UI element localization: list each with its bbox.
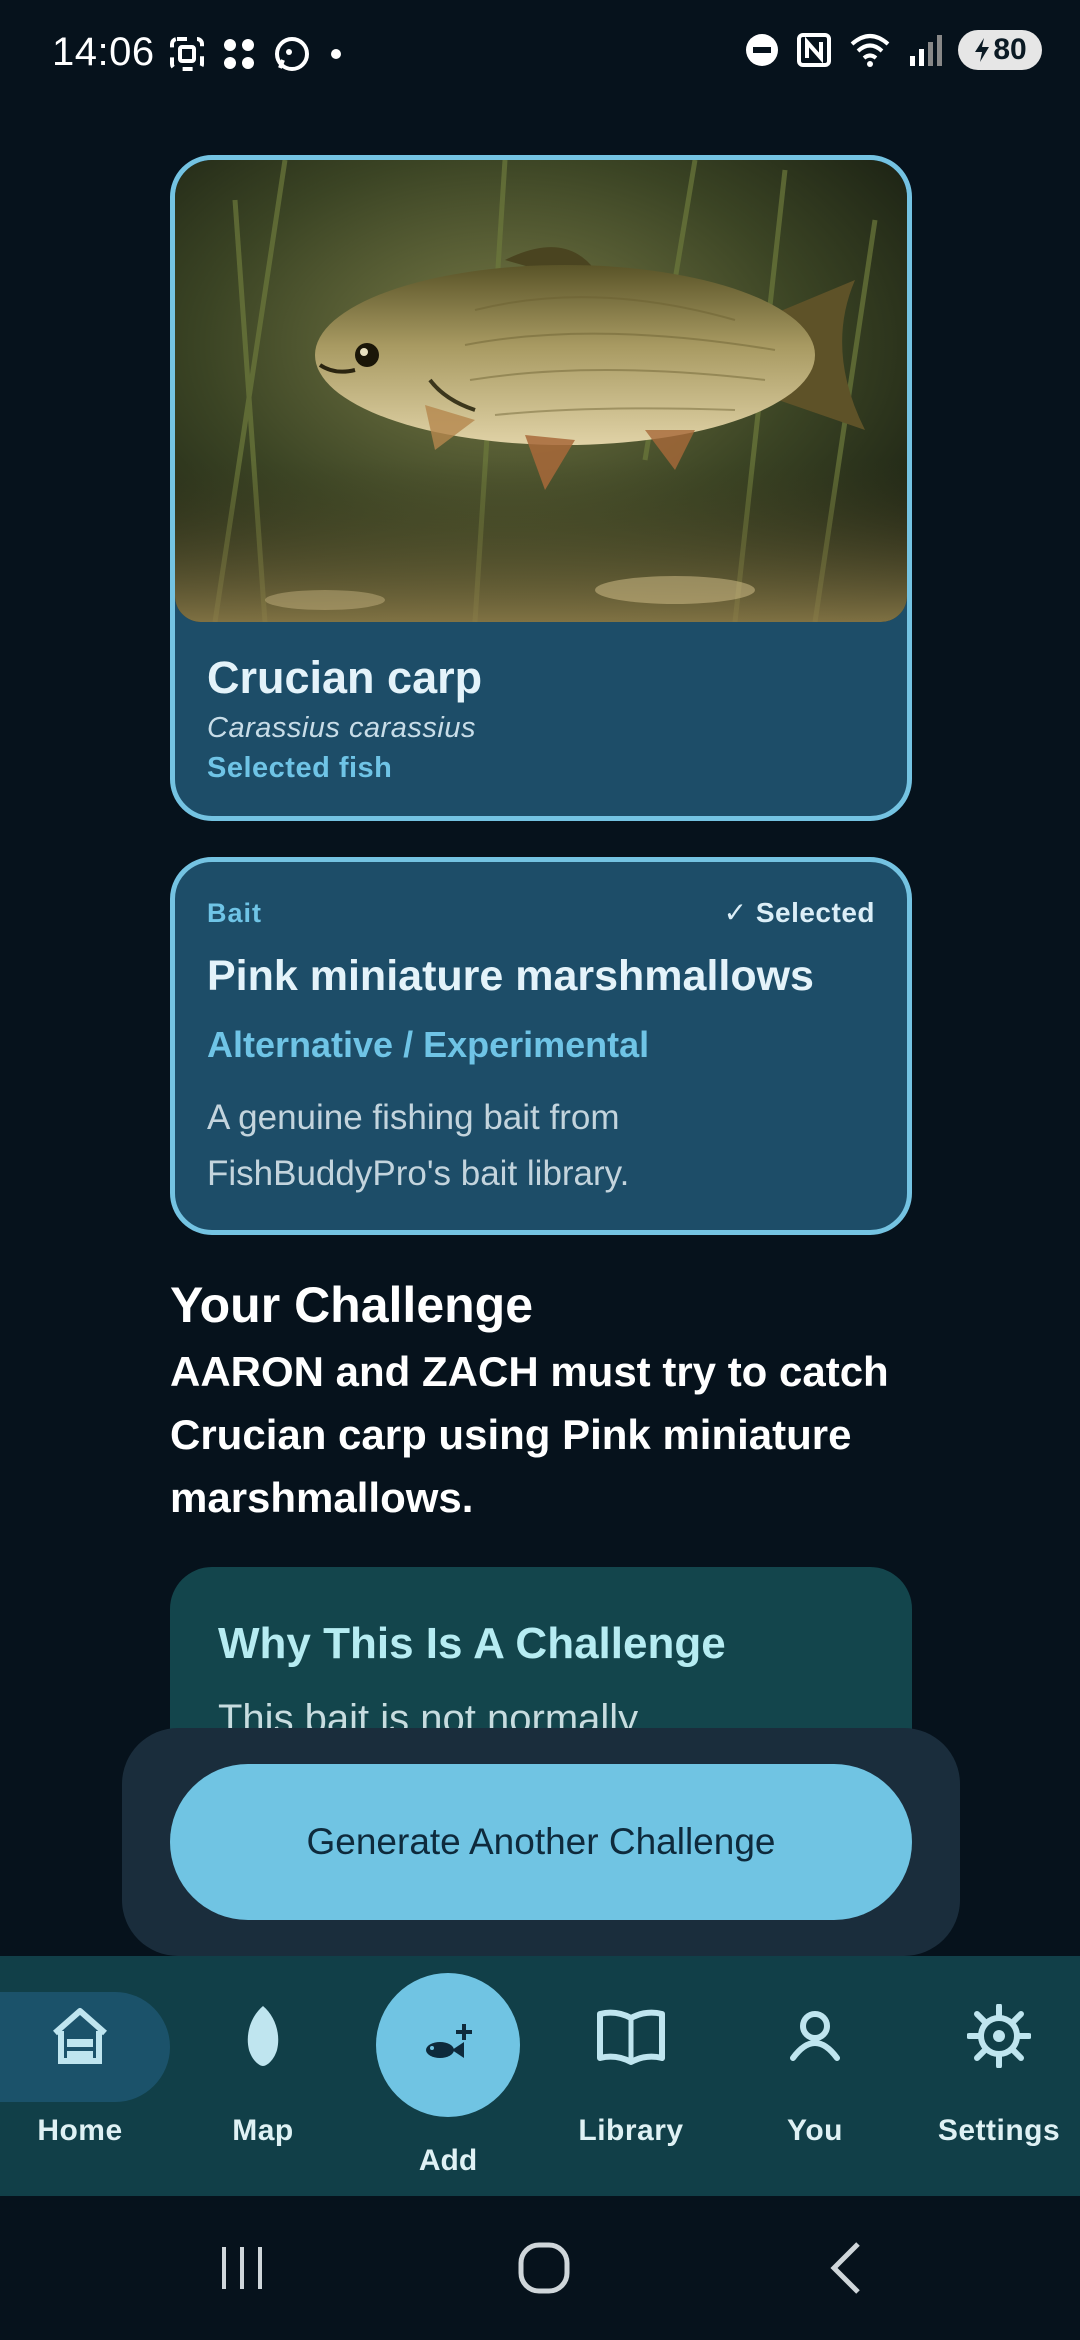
chevron-left-icon xyxy=(830,2242,860,2294)
apps-icon xyxy=(224,39,254,69)
notification-icons xyxy=(168,34,346,74)
nav-label-home: Home xyxy=(37,2114,123,2147)
nav-item-settings[interactable]: Settings xyxy=(909,1956,1080,2196)
ship-wheel-icon xyxy=(959,1996,1039,2076)
person-icon xyxy=(775,1996,855,2076)
battery-indicator: 80 xyxy=(958,30,1042,70)
map-pin-icon xyxy=(223,1996,303,2076)
system-icons: 80 xyxy=(744,30,1042,70)
bait-description: A genuine fishing bait from FishBuddyPro… xyxy=(207,1098,630,1193)
screenshot-icon xyxy=(170,37,204,71)
do-not-disturb-icon xyxy=(746,34,778,66)
nfc-icon xyxy=(797,33,831,67)
nav-item-home[interactable]: Home xyxy=(0,1956,170,2196)
signal-icon xyxy=(910,35,942,66)
why-challenge-title: Why This Is A Challenge xyxy=(218,1619,726,1668)
wifi-icon xyxy=(850,34,890,67)
generate-challenge-button[interactable]: Generate Another Challenge xyxy=(170,1764,912,1920)
challenge-heading: Your Challenge xyxy=(170,1277,534,1333)
fish-status: Selected fish xyxy=(207,752,393,784)
bait-name: Pink miniature marshmallows xyxy=(207,952,814,1000)
home-system-button[interactable] xyxy=(504,2236,584,2300)
nav-label-you: You xyxy=(787,2114,843,2147)
bottom-navigation: Home Map Add Library You Settings xyxy=(0,1956,1080,2196)
battery-level: 80 xyxy=(993,33,1027,66)
dot-icon xyxy=(331,49,341,59)
status-bar: 14:06 80 xyxy=(0,0,1080,110)
add-fish-icon xyxy=(426,2024,472,2058)
system-navigation-bar xyxy=(0,2196,1080,2340)
nav-item-map[interactable]: Map xyxy=(173,1956,353,2196)
recent-apps-button[interactable] xyxy=(202,2236,282,2300)
whatsapp-icon xyxy=(275,37,309,71)
selected-fish-card[interactable]: Crucian carp Carassius carassius Selecte… xyxy=(170,155,912,821)
screen: 14:06 80 Crucian carp Carassius carassiu… xyxy=(0,0,1080,2340)
bait-selected-badge: ✓ Selected xyxy=(723,897,875,928)
action-panel: Generate Another Challenge xyxy=(122,1728,960,1956)
status-time: 14:06 xyxy=(52,30,155,74)
charging-icon xyxy=(975,38,990,62)
challenge-text: AARON and ZACH must try to catch Crucian… xyxy=(170,1348,889,1521)
recent-apps-icon xyxy=(222,2247,262,2289)
fish-name: Crucian carp xyxy=(207,652,483,703)
book-icon xyxy=(591,1996,671,2076)
back-button[interactable] xyxy=(806,2236,886,2300)
nav-label-library: Library xyxy=(578,2114,684,2147)
add-catch-button[interactable] xyxy=(376,1973,520,2117)
nav-label-map: Map xyxy=(232,2114,294,2147)
home-circle-icon xyxy=(518,2242,570,2294)
nav-item-library[interactable]: Library xyxy=(541,1956,721,2196)
bait-section-label: Bait xyxy=(207,898,263,928)
fish-photo xyxy=(175,160,907,622)
nav-label-add: Add xyxy=(418,2144,478,2177)
fish-latin-name: Carassius carassius xyxy=(207,712,476,744)
nav-label-settings: Settings xyxy=(937,2114,1061,2147)
bait-category: Alternative / Experimental xyxy=(207,1024,650,1065)
selected-bait-card[interactable]: Bait ✓ Selected Pink miniature marshmall… xyxy=(170,857,912,1235)
nav-item-you[interactable]: You xyxy=(725,1956,905,2196)
home-icon xyxy=(40,1996,120,2076)
